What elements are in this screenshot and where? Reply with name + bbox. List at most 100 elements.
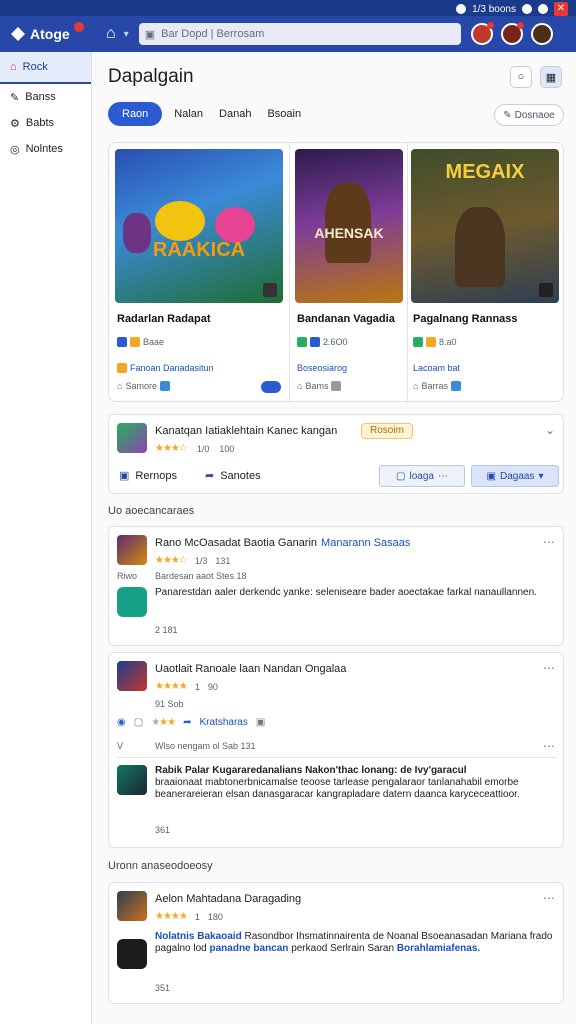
comment-icon[interactable]: ▢ bbox=[134, 717, 143, 728]
game-title: Radarlan Radapat bbox=[117, 313, 211, 325]
review-title-link[interactable]: Manarann Sasaas bbox=[321, 537, 410, 549]
game-card[interactable]: MEGAIX Pagalnang Rannass 8.a0 Lacoam bat… bbox=[411, 149, 559, 391]
status-bar: 1/3 boons ✕ bbox=[0, 0, 576, 16]
home-icon[interactable]: ⌂ bbox=[106, 25, 116, 43]
pencil-icon: ✎ bbox=[503, 109, 512, 121]
featured-title: Kanatqan Iatiaklehtain Kanec kangan bbox=[155, 425, 338, 437]
more-options-icon[interactable]: ⋯ bbox=[543, 891, 555, 905]
game-link[interactable]: Boseosiarog bbox=[297, 363, 347, 373]
game-title: Bandanan Vagadia bbox=[297, 313, 395, 325]
share-icon: ➦ bbox=[205, 470, 215, 482]
rating-count: 100 bbox=[219, 443, 235, 454]
thumbs-up-icon[interactable]: ◉ bbox=[117, 717, 126, 728]
game-banner-text: AHENSAK bbox=[314, 225, 384, 241]
game-banner-text: MEGAIX bbox=[445, 161, 525, 183]
game-meta: Baae bbox=[143, 337, 165, 347]
section-heading: Uronn anaseodoeosy bbox=[108, 860, 213, 872]
game-card[interactable]: AHENSAK Bandanan Vagadia 2.6O0 Boseosiar… bbox=[295, 149, 403, 391]
reports-action[interactable]: ▣ Rernops bbox=[119, 469, 177, 483]
featured-badge: Rosoim bbox=[361, 423, 413, 439]
notes-icon: ◎ bbox=[10, 143, 20, 156]
reports-label: Rernops bbox=[135, 469, 177, 482]
review-title: Aelon Mahtadana Daragading bbox=[155, 893, 302, 905]
dosnaoe-button[interactable]: ✎ Dosnaoe bbox=[494, 104, 564, 126]
share-action[interactable]: ➦ Sanotes bbox=[205, 469, 261, 483]
close-icon[interactable]: ✕ bbox=[554, 2, 568, 16]
grid-view-button[interactable]: ▦ bbox=[540, 66, 562, 88]
star-rating: ★★★★ bbox=[155, 911, 188, 922]
sidebar-item-nolntes[interactable]: ◎ Nolntes bbox=[0, 136, 91, 162]
avatar[interactable] bbox=[500, 22, 524, 45]
external-link-icon[interactable] bbox=[263, 283, 277, 297]
reply-title: Rabik Palar Kugararedanalians Nakon'thac… bbox=[155, 765, 467, 776]
sidebar-item-rock[interactable]: ⌂ Rock bbox=[0, 52, 91, 84]
rating-count: 90 bbox=[207, 681, 218, 692]
cart-icon[interactable] bbox=[261, 381, 281, 393]
loaga-button-label: loaga bbox=[409, 470, 434, 482]
game-footer: Barras bbox=[421, 381, 448, 391]
tag-icon: ✎ bbox=[10, 91, 20, 104]
logo-text: Atoge bbox=[30, 26, 70, 42]
review-card: Rano McOasadat Baotia Ganarin Manarann S… bbox=[108, 526, 564, 646]
game-footer: Bams bbox=[305, 381, 329, 391]
tab-nalan[interactable]: Nalan bbox=[170, 102, 207, 126]
share-label: Sanotes bbox=[220, 469, 261, 482]
game-thumbnail bbox=[117, 535, 147, 565]
review-body: Panarestdan aaler derkendc yanke: seleni… bbox=[155, 587, 537, 598]
share-icon[interactable]: ➦ bbox=[183, 717, 191, 728]
bag-icon: ⌂ bbox=[117, 381, 123, 391]
game-cover-image: MEGAIX bbox=[411, 149, 559, 303]
grid-icon: ▦ bbox=[545, 71, 557, 84]
game-link[interactable]: Fanoan Danadasitun bbox=[130, 363, 214, 373]
sidebar-item-banss[interactable]: ✎ Banss bbox=[0, 84, 91, 110]
more-options-icon[interactable]: ⋯ bbox=[543, 535, 555, 549]
status-text: 1/3 boons bbox=[472, 3, 516, 15]
star-rating: ★★★☆ bbox=[155, 555, 188, 566]
more-options-icon[interactable]: ⋯ bbox=[543, 661, 555, 675]
flag-icon: ▣ bbox=[119, 470, 130, 482]
rating-count: 180 bbox=[207, 911, 223, 922]
game-cover-image: AHENSAK bbox=[295, 149, 403, 303]
review-side-label: V bbox=[117, 741, 124, 751]
home-icon: ⌂ bbox=[10, 61, 17, 73]
app-icon bbox=[117, 587, 147, 617]
sidebar: ⌂ Rock ✎ Banss ⚙ Babts ◎ Nolntes bbox=[0, 52, 92, 1024]
sidebar-item-label: Nolntes bbox=[25, 143, 63, 155]
search-button[interactable]: ○ bbox=[510, 66, 532, 88]
loaga-button[interactable]: ▢ loaga ⋯ bbox=[379, 465, 465, 487]
game-footer: Samore bbox=[125, 381, 157, 391]
logo-icon bbox=[11, 27, 25, 41]
more-options-icon[interactable]: ⋯ bbox=[543, 739, 555, 753]
body-link[interactable]: Nolatnis Bakaoaid bbox=[155, 931, 242, 942]
more-icon: ⋯ bbox=[437, 470, 448, 482]
external-link-icon[interactable] bbox=[539, 283, 553, 297]
bag-icon: ⌂ bbox=[297, 381, 303, 391]
avatar[interactable] bbox=[470, 22, 494, 45]
review-card: Uaotlait Ranoale laan Nandan Ongalaa ⋯ ★… bbox=[108, 652, 564, 848]
chevron-down-icon[interactable]: ⌄ bbox=[545, 423, 555, 437]
app-logo[interactable]: Atoge bbox=[10, 22, 84, 42]
game-banner-text: RAAKICA bbox=[152, 239, 246, 261]
tab-bsoain[interactable]: Bsoain bbox=[263, 102, 305, 126]
body-link[interactable]: Borahlamiafenas. bbox=[397, 943, 480, 954]
body-link[interactable]: panadne bancan bbox=[210, 943, 289, 954]
section-heading: Uo aoecancaraes bbox=[108, 505, 195, 517]
notification-dot bbox=[486, 22, 494, 29]
dagaas-button[interactable]: ▣ Dagaas ▾ bbox=[471, 465, 559, 487]
settings-icon[interactable] bbox=[538, 4, 548, 14]
review-subtitle: Bardesan aaot Stes 18 bbox=[155, 571, 247, 581]
rating-value: 1 bbox=[194, 681, 200, 692]
notification-dot bbox=[516, 22, 524, 29]
review-title: Uaotlait Ranoale laan Nandan Ongalaa bbox=[155, 663, 347, 675]
chevron-down-icon[interactable]: ▾ bbox=[124, 29, 129, 40]
game-card[interactable]: RAAKICA Radarlan Radapat Baae Fanoan Dan… bbox=[115, 149, 283, 393]
sidebar-item-babts[interactable]: ⚙ Babts bbox=[0, 110, 91, 136]
game-link[interactable]: Lacoam bat bbox=[413, 363, 460, 373]
avatar[interactable] bbox=[530, 23, 553, 45]
tab-danah[interactable]: Danah bbox=[215, 102, 255, 126]
sidebar-item-label: Banss bbox=[25, 91, 56, 103]
tags-link[interactable]: Kratsharas bbox=[199, 717, 247, 728]
search-bar[interactable]: ▣ Bar Dopd | Berrosam bbox=[138, 23, 461, 45]
dosnaoe-button-label: Dosnaoe bbox=[514, 109, 555, 121]
tab-raon[interactable]: Raon bbox=[108, 102, 163, 126]
